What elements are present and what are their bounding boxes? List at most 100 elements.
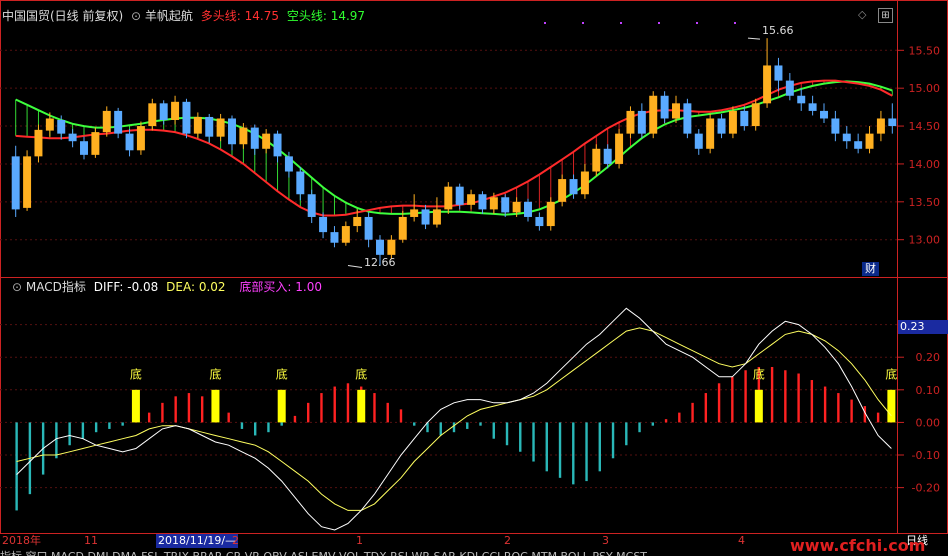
macd-histogram-bar [532,422,535,462]
candle-body [888,118,897,127]
macd-histogram-bar [68,422,71,446]
indicator-tabs[interactable]: 指标 窗口 MACD DMI DMA FSL TRIX BRAR CR VR O… [0,548,647,556]
month-label-6: 4 [738,534,745,547]
stock-title[interactable]: 中国国贸(日线 前复权) [2,9,123,23]
window-toggle-button[interactable]: ⊞ [878,8,893,23]
macd-histogram-bar [346,383,350,423]
high-price-label: 15.66 [762,24,794,37]
candle-body [284,156,293,172]
bottom-marker-bar [211,389,220,423]
candle-body [273,133,282,157]
candle-body [205,116,214,137]
candle-body [102,110,111,133]
macd-histogram-bar [174,396,177,423]
macd-tick-label: -0.10 [912,449,940,462]
candle-body [637,110,646,134]
candle-body [296,171,305,195]
candle-body [171,101,180,120]
dea-value: 0.02 [198,280,226,294]
macd-histogram-bar [770,366,774,423]
macd-toggle-icon[interactable]: ⊙ [12,280,22,294]
price-tick-label: 14.50 [909,120,941,133]
macd-histogram-bar [320,393,323,423]
candle-body [603,148,612,164]
dea-label: DEA: [166,280,195,294]
bottom-marker-bar [357,389,366,423]
candle-body [432,209,441,225]
candle-body [694,133,703,149]
macd-histogram-bar [108,422,111,429]
macd-histogram-bar [439,422,442,436]
candle-body [592,148,601,172]
candle-body [728,110,737,134]
diff-label: DIFF: [93,280,124,294]
candle-body [11,156,20,210]
candle-body [57,120,66,134]
macd-histogram-bar [664,419,668,423]
candle-body [512,201,521,213]
outer-frame [0,0,948,534]
macd-histogram-bar [187,393,191,423]
macd-histogram-bar [240,422,244,429]
candle-body [45,118,54,131]
macd-histogram-bar [744,370,747,423]
macd-histogram-bar [837,393,840,423]
finance-badge[interactable]: 财 [862,262,879,276]
candle-body [558,179,567,202]
cursor-date[interactable]: 2018/11/19/— [156,534,239,548]
macd-histogram-bar [466,422,469,429]
month-label-2: 2 [232,534,239,547]
chart-stage[interactable]: 15.5015.0014.5014.0013.5013.000.300.200.… [0,0,948,556]
candle-body [660,95,669,119]
macd-tick-label: 0.20 [916,351,941,364]
macd-histogram-bar [784,370,787,423]
macd-histogram-bar [121,422,124,426]
macd-histogram-bar [558,422,562,478]
candle-body [785,80,794,96]
diff-value: -0.08 [127,280,159,294]
signal-dot [658,22,660,24]
candle-body [23,156,32,208]
bottom-marker-bar [277,389,286,423]
price-tick-label: 15.50 [909,44,941,57]
month-label-1: 11 [84,534,98,547]
macd-title[interactable]: MACD指标 [26,280,86,294]
candle-body [376,239,384,255]
low-price-label: 12.66 [364,256,396,269]
macd-histogram-bar [267,422,270,433]
macd-histogram-bar [413,422,416,426]
macd-histogram-bar [200,396,204,423]
macd-tick-label: 0.10 [916,384,941,397]
bottom-buy-value: 1.00 [295,280,322,294]
macd-histogram-bar [598,422,601,472]
bottom-marker-bar [754,389,763,423]
candle-body [193,116,202,134]
candle-body [569,179,578,195]
candle-body [501,197,510,213]
candle-body [353,216,362,227]
candle-body [649,95,658,134]
macd-histogram-bar [253,422,257,436]
candle-body [717,118,726,134]
candle-body [444,186,453,210]
candle-body [831,118,840,134]
candle-body [387,239,396,255]
candle-body [842,133,851,142]
low-pointer [347,264,363,268]
chart-canvas[interactable]: 15.5015.0014.5014.0013.5013.000.300.200.… [0,0,948,556]
candle-body [865,133,874,149]
macd-histogram-bar [492,422,495,439]
watermark: www.cfchi.com [790,536,926,555]
macd-histogram-bar [691,402,694,423]
macd-histogram-bar [717,383,721,423]
indicator-toggle-icon[interactable]: ⊙ [131,9,141,23]
macd-histogram-bar [545,422,548,472]
expand-diamond-icon[interactable]: ◇ [858,8,866,22]
macd-histogram-bar [585,422,588,482]
candle-body [330,232,339,243]
macd-histogram-bar [55,422,58,459]
candle-body [136,126,145,151]
candle-body [489,197,498,210]
macd-histogram-bar [227,412,230,423]
candle-body [524,201,532,217]
